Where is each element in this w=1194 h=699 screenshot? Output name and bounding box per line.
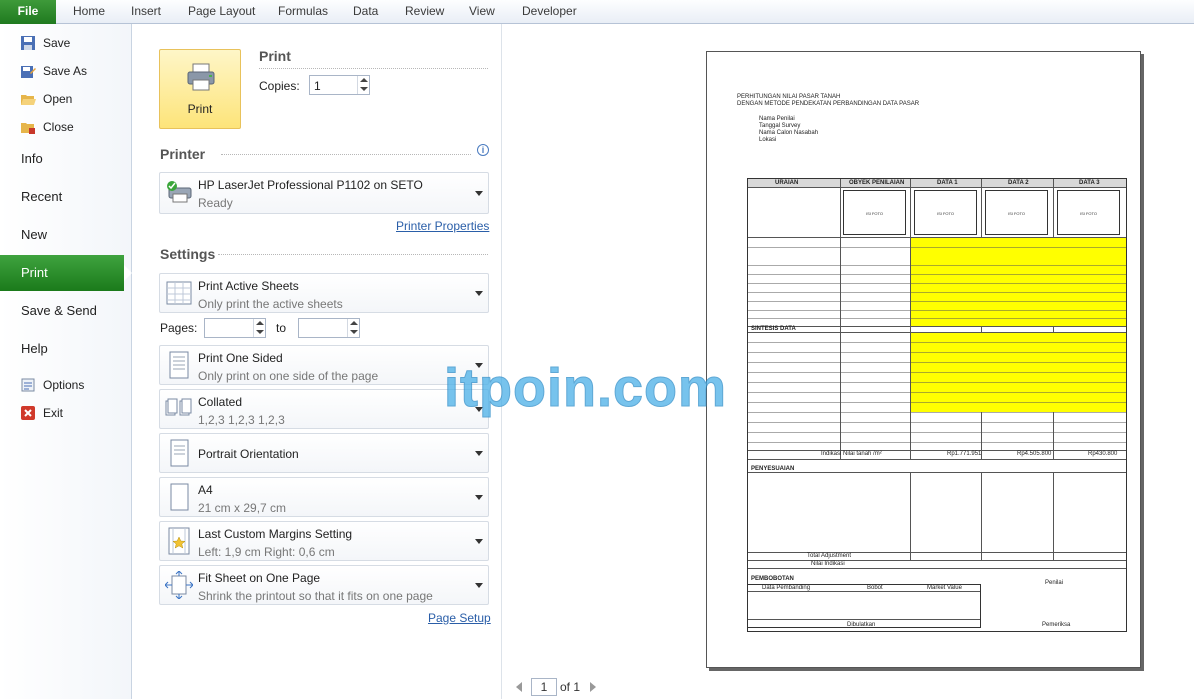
tab-view[interactable]: View [469,4,495,18]
watermark: itpoin.com [444,358,727,419]
pages-label: Pages: [160,321,198,335]
page-count-label: of 1 [560,680,581,694]
margins-icon [168,527,190,555]
file-tab[interactable]: File [0,0,56,24]
folder-open-icon [20,91,36,107]
next-page-icon[interactable] [590,682,597,692]
orientation-dropdown[interactable]: Portrait Orientation [159,433,489,473]
to-label: to [276,321,287,335]
tab-home[interactable]: Home [73,4,105,18]
options-icon [20,377,36,393]
nav-save[interactable]: Save [20,33,70,53]
printer-ready-icon [167,181,192,203]
exit-icon [20,405,36,421]
nav-new[interactable]: New [0,217,132,253]
paper-size-dropdown[interactable]: A4 21 cm x 29,7 cm [159,477,489,517]
chevron-down-icon [475,583,483,588]
nav-save-as[interactable]: Save As [20,61,87,81]
margins-dropdown[interactable]: Last Custom Margins Setting Left: 1,9 cm… [159,521,489,561]
collate-dropdown[interactable]: Collated 1,2,3 1,2,3 1,2,3 [159,389,489,429]
folder-close-icon [20,119,36,135]
tab-review[interactable]: Review [405,4,444,18]
stepper-arrows-icon[interactable] [253,319,265,337]
pages-from-input[interactable] [204,318,266,338]
preview-page: PERHITUNGAN NILAI PASAR TANAH DENGAN MET… [706,51,1141,668]
printer-properties-link[interactable]: Printer Properties [396,219,489,233]
save-as-icon [20,63,36,79]
chevron-down-icon [475,191,483,196]
one-sided-icon [169,351,189,379]
prev-page-icon[interactable] [516,682,522,692]
portrait-icon [170,439,189,467]
divider [221,154,471,155]
nav-print[interactable]: Print [0,255,132,291]
divider [259,68,488,69]
page-navigator: 1 of 1 [516,678,597,696]
nav-exit[interactable]: Exit [20,403,63,423]
info-icon[interactable]: i [477,144,489,156]
stepper-arrows-icon[interactable] [347,319,359,337]
divider [218,254,488,255]
printer-dropdown[interactable]: HP LaserJet Professional P1102 on SETO R… [159,172,489,214]
printer-header: Printer [160,146,206,162]
tab-formulas[interactable]: Formulas [278,4,328,18]
pages-to-input[interactable] [298,318,360,338]
chevron-down-icon [475,495,483,500]
tab-page-layout[interactable]: Page Layout [188,4,255,18]
collated-icon [165,398,192,416]
copies-stepper[interactable]: 1 [309,75,370,95]
nav-close[interactable]: Close [20,117,74,137]
copies-label: Copies: [259,79,300,93]
save-icon [20,35,36,51]
paper-icon [170,483,189,511]
backstage-nav: Save Save As Open Close Info Recent New … [0,24,132,699]
page-number-input[interactable]: 1 [531,678,557,696]
chevron-down-icon [475,539,483,544]
nav-save-send[interactable]: Save & Send [0,293,132,329]
fit-page-icon [165,571,193,599]
nav-help[interactable]: Help [0,331,132,367]
nav-options[interactable]: Options [20,375,84,395]
nav-open[interactable]: Open [20,89,72,109]
settings-header: Settings [160,246,216,262]
print-what-dropdown[interactable]: Print Active Sheets Only print the activ… [159,273,489,313]
ribbon-tab-bar: File Home Insert Page Layout Formulas Da… [0,0,1194,24]
tab-developer[interactable]: Developer [522,4,577,18]
tab-insert[interactable]: Insert [131,4,161,18]
chevron-down-icon [475,291,483,296]
stepper-arrows-icon[interactable] [357,76,369,94]
sides-dropdown[interactable]: Print One Sided Only print on one side o… [159,345,489,385]
sheets-icon [166,281,192,305]
scaling-dropdown[interactable]: Fit Sheet on One Page Shrink the printou… [159,565,489,605]
nav-info[interactable]: Info [0,141,132,177]
printer-icon [187,63,215,91]
print-button[interactable]: Print [159,49,241,129]
chevron-down-icon [475,451,483,456]
page-setup-link[interactable]: Page Setup [428,611,491,625]
tab-data[interactable]: Data [353,4,378,18]
print-header: Print [259,48,291,64]
nav-recent[interactable]: Recent [0,179,132,215]
